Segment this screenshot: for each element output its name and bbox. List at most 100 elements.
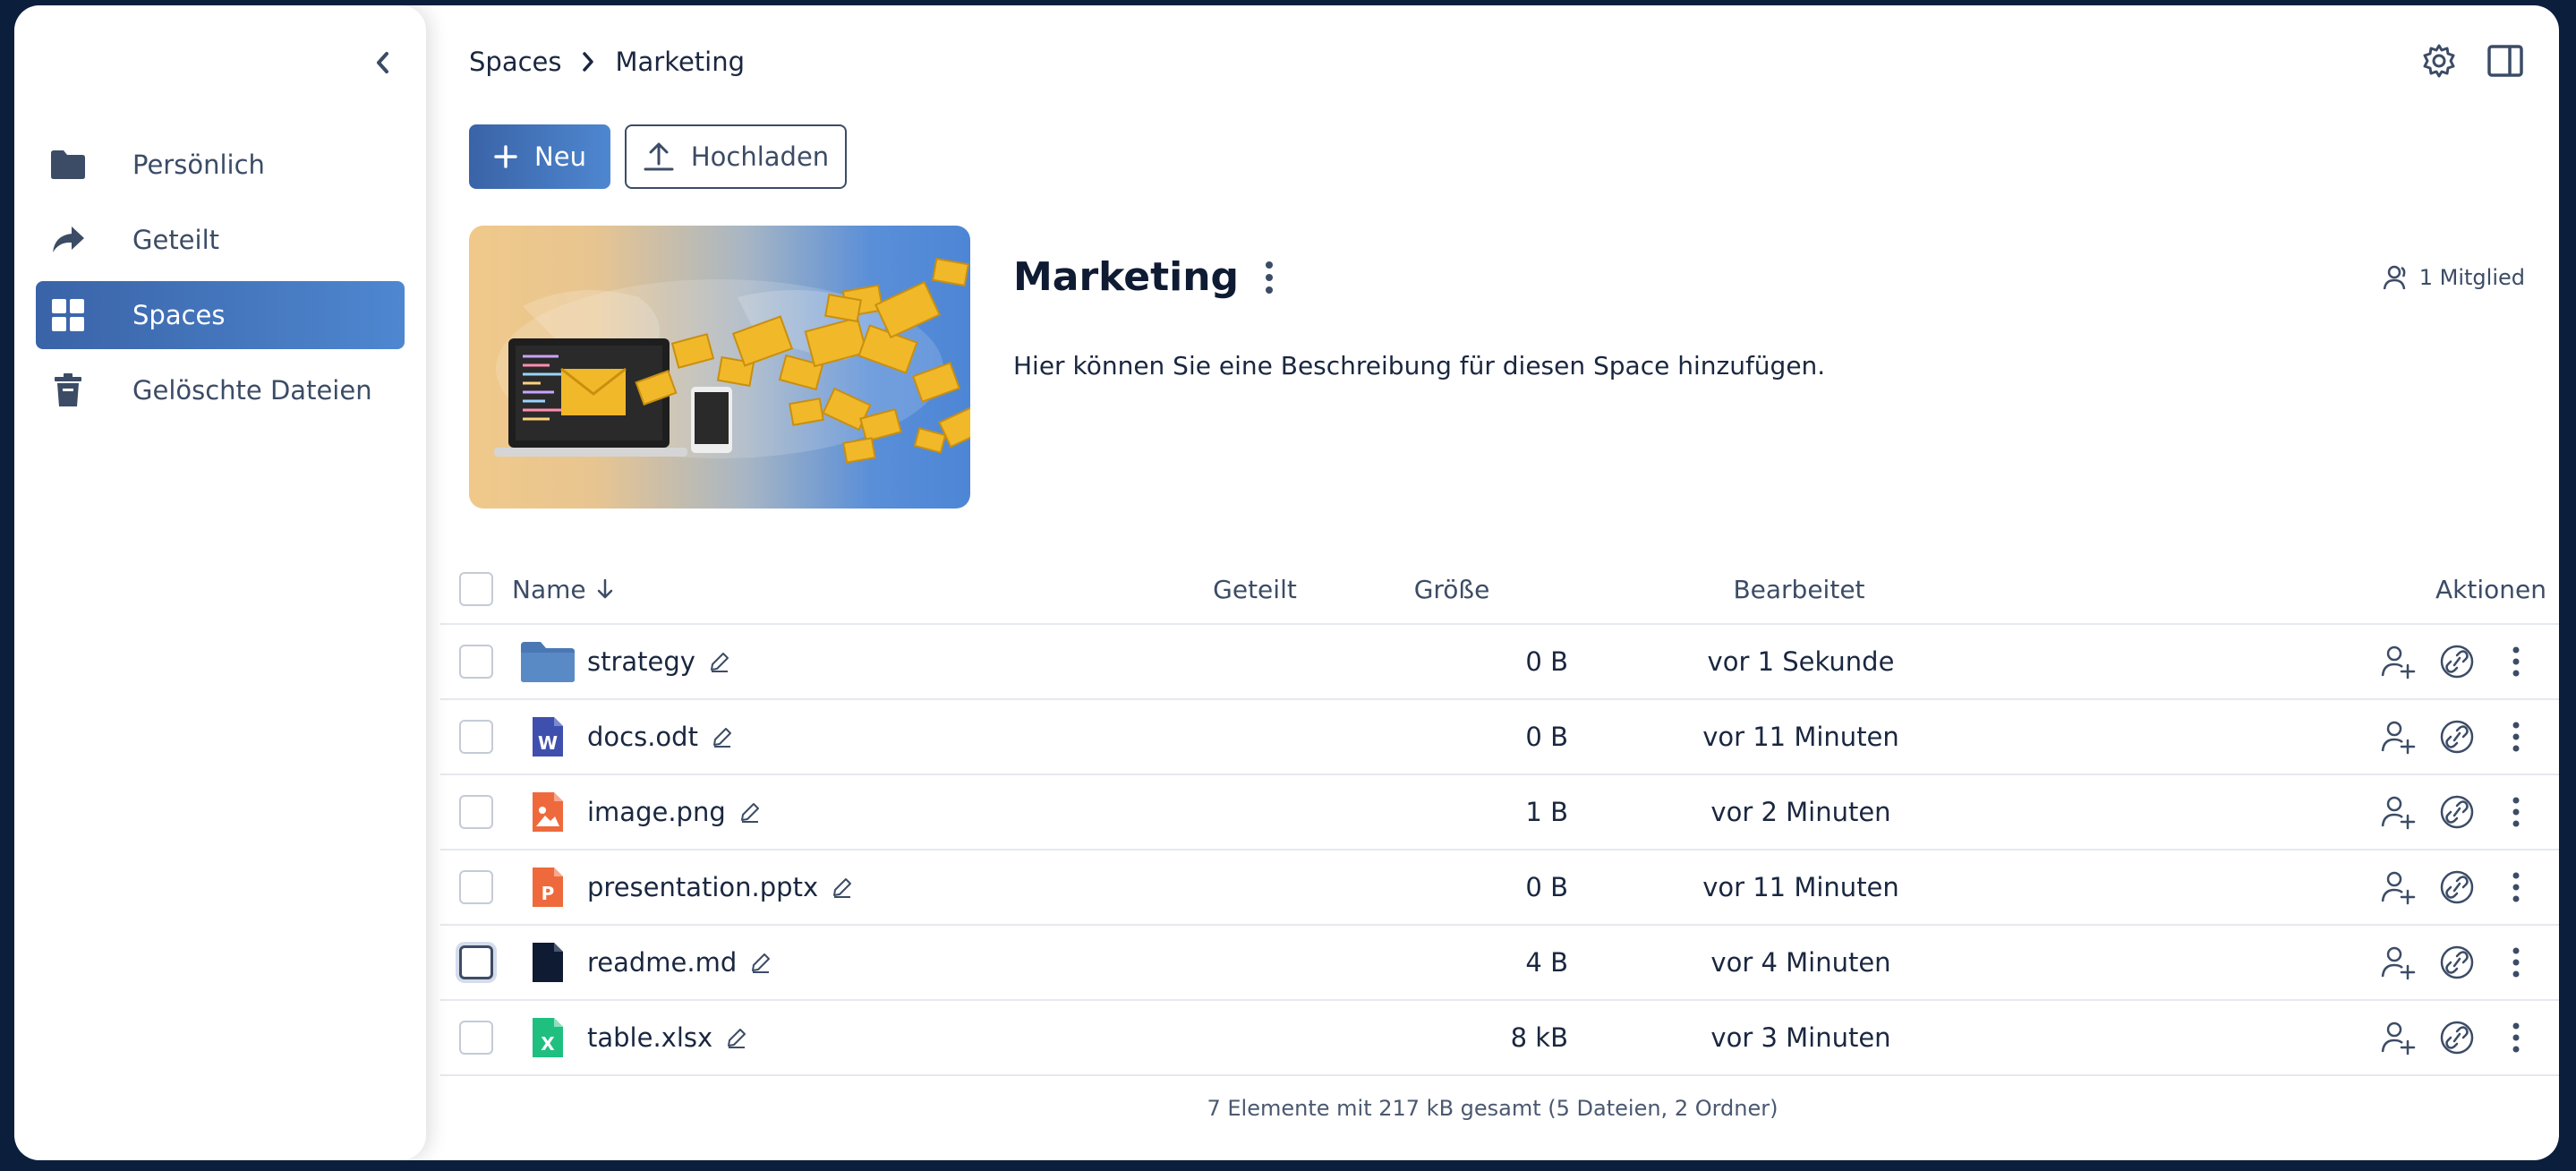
- rename-button[interactable]: [708, 650, 731, 673]
- file-edited: vor 11 Minuten: [1702, 872, 1899, 902]
- trash-icon: [32, 372, 104, 408]
- share-with-people-button[interactable]: [2378, 717, 2418, 756]
- copy-link-button[interactable]: [2437, 642, 2477, 681]
- copy-link-button[interactable]: [2437, 1018, 2477, 1057]
- row-actions: [2034, 1018, 2559, 1057]
- space-title-row: Marketing: [1013, 254, 1275, 300]
- file-size: 4 B: [1525, 947, 1568, 978]
- breadcrumb: Spaces Marketing: [469, 47, 745, 77]
- upload-button[interactable]: Hochladen: [625, 124, 847, 189]
- breadcrumb-spaces-link[interactable]: Spaces: [469, 47, 561, 77]
- link-icon: [2439, 869, 2475, 905]
- toggle-sidebar-panel-button[interactable]: [2486, 41, 2525, 81]
- row-checkbox[interactable]: [459, 795, 493, 829]
- row-more-button[interactable]: [2496, 792, 2536, 832]
- space-members[interactable]: 1 Mitglied: [2382, 263, 2525, 292]
- file-size: 8 kB: [1510, 1022, 1568, 1053]
- link-icon: [2439, 944, 2475, 980]
- breadcrumb-current: Marketing: [615, 47, 746, 77]
- file-edited: vor 4 Minuten: [1710, 947, 1891, 978]
- spaces-grid-icon: [32, 298, 104, 332]
- share-with-people-button[interactable]: [2378, 1018, 2418, 1057]
- sidebar-item-deleted-files[interactable]: Gelöschte Dateien: [36, 356, 405, 424]
- svg-text:X: X: [541, 1033, 555, 1055]
- file-edited: vor 2 Minuten: [1710, 797, 1891, 827]
- sidebar-item-label: Persönlich: [132, 150, 265, 180]
- collapse-sidebar-button[interactable]: [365, 45, 401, 81]
- row-more-button[interactable]: [2496, 868, 2536, 907]
- copy-link-button[interactable]: [2437, 717, 2477, 756]
- svg-text:P: P: [542, 883, 555, 904]
- column-header-name: Name: [512, 574, 586, 604]
- add-user-icon: [2380, 719, 2416, 755]
- rename-button[interactable]: [725, 1026, 748, 1049]
- file-table: Name Geteilt Größe Bearbeitet Aktionen s…: [440, 555, 2559, 1076]
- row-actions: [2034, 642, 2559, 681]
- link-icon: [2439, 794, 2475, 830]
- file-edited: vor 11 Minuten: [1702, 722, 1899, 752]
- row-more-button[interactable]: [2496, 1018, 2536, 1057]
- link-icon: [2439, 644, 2475, 680]
- rename-button[interactable]: [711, 725, 734, 748]
- row-checkbox[interactable]: [459, 945, 493, 979]
- copy-link-button[interactable]: [2437, 868, 2477, 907]
- file-size: 0 B: [1525, 872, 1568, 902]
- svg-text:W: W: [538, 732, 558, 754]
- copy-link-button[interactable]: [2437, 792, 2477, 832]
- file-name[interactable]: readme.md: [587, 947, 737, 978]
- rename-button[interactable]: [738, 800, 762, 824]
- row-checkbox[interactable]: [459, 870, 493, 904]
- file-name[interactable]: image.png: [587, 797, 726, 827]
- row-more-button[interactable]: [2496, 642, 2536, 681]
- column-header-edited[interactable]: Bearbeitet: [1575, 575, 2023, 604]
- file-name[interactable]: docs.odt: [587, 722, 698, 752]
- space-actions-button[interactable]: [1264, 260, 1275, 295]
- sidebar-item-label: Spaces: [132, 300, 226, 330]
- column-header-shared[interactable]: Geteilt: [1192, 575, 1318, 604]
- copy-link-button[interactable]: [2437, 943, 2477, 982]
- row-checkbox[interactable]: [459, 645, 493, 679]
- row-more-button[interactable]: [2496, 943, 2536, 982]
- share-with-people-button[interactable]: [2378, 642, 2418, 681]
- chevron-left-icon: [377, 52, 388, 73]
- select-all-checkbox[interactable]: [459, 572, 493, 606]
- sidebar-item-label: Gelöschte Dateien: [132, 375, 372, 406]
- space-description: Hier können Sie eine Beschreibung für di…: [1013, 351, 1826, 380]
- pencil-icon: [708, 650, 731, 673]
- settings-button[interactable]: [2419, 41, 2459, 81]
- new-button[interactable]: Neu: [469, 124, 610, 189]
- share-with-people-button[interactable]: [2378, 868, 2418, 907]
- pencil-icon: [738, 800, 762, 824]
- row-actions: [2034, 717, 2559, 756]
- file-name[interactable]: presentation.pptx: [587, 872, 818, 902]
- rename-button[interactable]: [831, 876, 854, 899]
- row-more-button[interactable]: [2496, 717, 2536, 756]
- file-name[interactable]: table.xlsx: [587, 1022, 712, 1053]
- app-window: Persönlich Geteilt Spaces Gelöschte Date…: [14, 5, 2559, 1160]
- table-row[interactable]: readme.md 4 B vor 4 Minuten: [440, 926, 2559, 1001]
- table-row[interactable]: image.png 1 B vor 2 Minuten: [440, 775, 2559, 850]
- file-name[interactable]: strategy: [587, 646, 695, 677]
- row-checkbox[interactable]: [459, 720, 493, 754]
- more-vertical-icon: [2511, 719, 2521, 755]
- table-row[interactable]: P presentation.pptx 0 B vor 11 Minuten: [440, 850, 2559, 926]
- sidebar-item-personal[interactable]: Persönlich: [36, 131, 405, 199]
- share-with-people-button[interactable]: [2378, 792, 2418, 832]
- sort-by-name-button[interactable]: Name: [512, 575, 615, 604]
- pencil-icon: [711, 725, 734, 748]
- share-with-people-button[interactable]: [2378, 943, 2418, 982]
- table-row[interactable]: W docs.odt 0 B vor 11 Minuten: [440, 700, 2559, 775]
- sidebar-item-spaces[interactable]: Spaces: [36, 281, 405, 349]
- column-header-actions: Aktionen: [2435, 574, 2546, 604]
- file-size: 1 B: [1525, 797, 1568, 827]
- add-user-icon: [2380, 644, 2416, 680]
- table-header: Name Geteilt Größe Bearbeitet Aktionen: [440, 555, 2559, 625]
- column-header-size[interactable]: Größe: [1353, 575, 1550, 604]
- sidebar-item-shared[interactable]: Geteilt: [36, 206, 405, 274]
- table-row[interactable]: X table.xlsx 8 kB vor 3 Minuten: [440, 1001, 2559, 1076]
- pencil-icon: [831, 876, 854, 899]
- table-row[interactable]: strategy 0 B vor 1 Sekunde: [440, 625, 2559, 700]
- rename-button[interactable]: [749, 951, 772, 974]
- space-title: Marketing: [1013, 254, 1240, 300]
- row-checkbox[interactable]: [459, 1021, 493, 1055]
